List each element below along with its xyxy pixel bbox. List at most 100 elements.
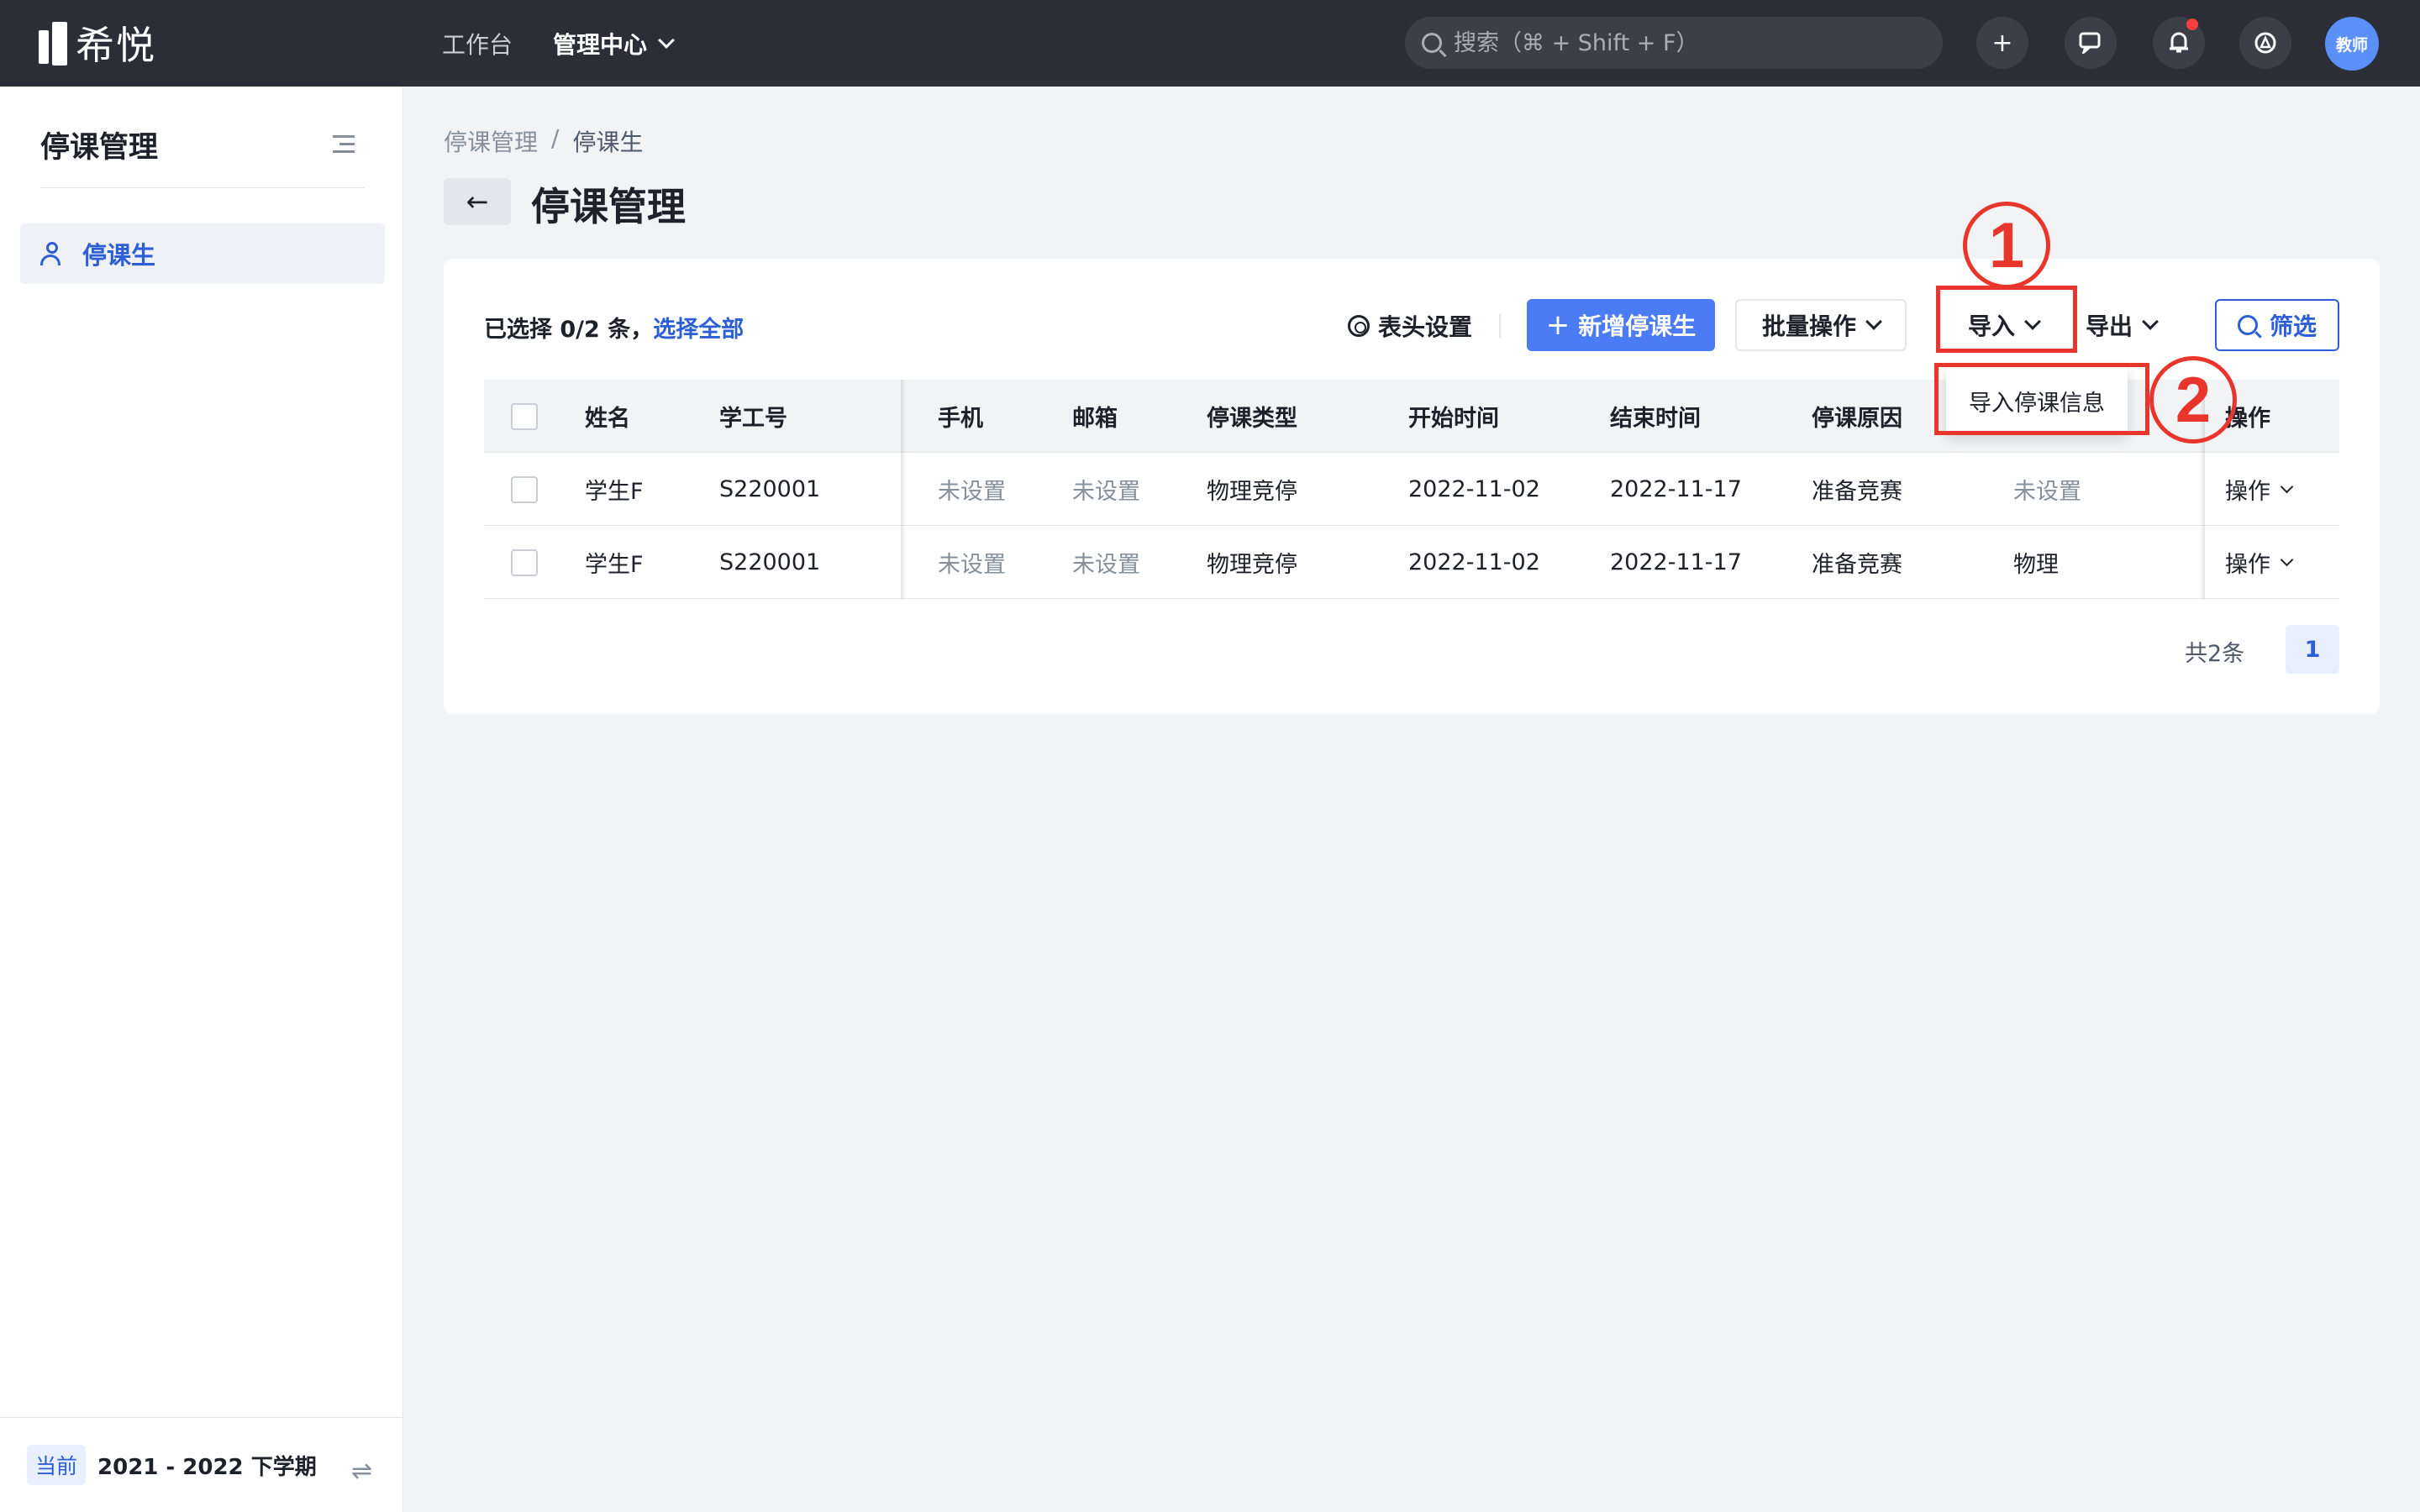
cell-end: 2022-11-17 xyxy=(1610,549,1742,575)
table-row: 学生F S220001 未设置 未设置 物理竞停 2022-11-02 2022… xyxy=(484,526,2339,599)
nav-management-center[interactable]: 管理中心 xyxy=(553,27,675,60)
toolbar-divider xyxy=(1499,314,1501,338)
column-header: 邮箱 xyxy=(1072,406,1118,432)
messages-button[interactable] xyxy=(2065,17,2117,69)
selection-info: 已选择 0/2 条，选择全部 xyxy=(484,311,744,344)
nav-workbench[interactable]: 工作台 xyxy=(442,27,513,60)
chevron-down-icon xyxy=(658,31,675,49)
cell-type: 物理竞停 xyxy=(1207,479,1297,505)
annotation-step-1: 1 xyxy=(1963,202,2050,289)
sidebar-item-suspended-students[interactable]: 停课生 xyxy=(20,223,385,284)
cell-type: 物理竞停 xyxy=(1207,552,1297,578)
row-action-menu[interactable]: 操作 xyxy=(2225,453,2294,526)
cell-phone: 未设置 xyxy=(938,552,1006,578)
row-action-label: 操作 xyxy=(2225,479,2270,505)
header-settings-button[interactable]: 表头设置 xyxy=(1348,309,1472,343)
cell-name: 学生F xyxy=(585,552,644,578)
search-icon xyxy=(1422,33,1442,53)
cell-extra: 未设置 xyxy=(2013,479,2081,505)
selection-count: 已选择 0/2 条， xyxy=(484,317,654,343)
plus-icon: + xyxy=(1545,308,1570,342)
sidebar-title: 停课管理 xyxy=(40,131,159,165)
avatar[interactable]: 教师 xyxy=(2325,17,2379,71)
filter-button-label: 筛选 xyxy=(2269,312,2317,340)
cell-reason: 准备竞赛 xyxy=(1812,479,1902,505)
top-bar: 希悦 工作台 管理中心 + 教师 xyxy=(0,0,2420,87)
column-header: 姓名 xyxy=(585,406,630,432)
page-button-1[interactable]: 1 xyxy=(2286,625,2339,674)
compass-icon xyxy=(2254,32,2276,54)
arrow-left-icon: ← xyxy=(466,186,489,218)
pagination: 共2条 1 xyxy=(444,625,2339,674)
row-checkbox[interactable] xyxy=(511,526,538,599)
table-row: 学生F S220001 未设置 未设置 物理竞停 2022-11-02 2022… xyxy=(484,453,2339,526)
chat-icon xyxy=(2079,32,2101,54)
chevron-down-icon xyxy=(2142,313,2159,330)
cell-id: S220001 xyxy=(719,476,821,502)
annotation-step-2: 2 xyxy=(2149,356,2237,444)
filter-button[interactable]: 筛选 xyxy=(2215,299,2339,351)
add-button[interactable]: + xyxy=(1976,17,2028,69)
collapse-sidebar-icon[interactable] xyxy=(333,135,355,154)
row-action-menu[interactable]: 操作 xyxy=(2225,526,2294,599)
select-all-link[interactable]: 选择全部 xyxy=(653,317,744,343)
cell-email: 未设置 xyxy=(1072,552,1140,578)
export-button[interactable]: 导出 xyxy=(2065,299,2176,351)
cell-start: 2022-11-02 xyxy=(1408,549,1540,575)
cell-name: 学生F xyxy=(585,479,644,505)
breadcrumb-separator: / xyxy=(551,124,560,152)
chevron-down-icon xyxy=(2280,553,2294,567)
nav-management-label: 管理中心 xyxy=(553,30,648,59)
cell-reason: 准备竞赛 xyxy=(1812,552,1902,578)
cell-id: S220001 xyxy=(719,549,821,575)
annotation-box-import xyxy=(1936,286,2077,353)
column-header: 学工号 xyxy=(719,406,787,432)
add-suspended-student-button[interactable]: + 新增停课生 xyxy=(1527,299,1715,351)
notifications-button[interactable] xyxy=(2153,17,2205,69)
breadcrumb-item[interactable]: 停课管理 xyxy=(444,124,538,158)
search-icon xyxy=(2237,315,2258,335)
select-all-checkbox[interactable] xyxy=(511,380,538,453)
total-count: 共2条 xyxy=(2185,641,2245,667)
batch-button-label: 批量操作 xyxy=(1761,312,1856,340)
column-header: 停课类型 xyxy=(1207,406,1297,432)
search-input[interactable] xyxy=(1454,29,1924,56)
cell-end: 2022-11-17 xyxy=(1610,476,1742,502)
back-button[interactable]: ← xyxy=(444,178,511,225)
chevron-down-icon xyxy=(2280,480,2294,494)
term-selector: 当前 2021 - 2022 下学期 ⇌ xyxy=(0,1417,403,1512)
term-badge: 当前 xyxy=(27,1445,87,1485)
app-switch-button[interactable] xyxy=(2239,17,2291,69)
global-search[interactable] xyxy=(1405,17,1943,69)
row-action-label: 操作 xyxy=(2225,552,2270,578)
sidebar: 停课管理 停课生 当前 2021 - 2022 下学期 ⇌ xyxy=(0,87,403,1512)
annotation-box-menu-item xyxy=(1934,363,2149,435)
gear-icon xyxy=(1348,315,1370,337)
cell-phone: 未设置 xyxy=(938,479,1006,505)
cell-extra: 物理 xyxy=(2013,552,2059,578)
fixed-column-shadow xyxy=(901,380,906,599)
page-title: 停课管理 xyxy=(531,184,686,229)
user-icon xyxy=(40,242,64,265)
notification-dot xyxy=(2186,18,2198,30)
add-button-label: 新增停课生 xyxy=(1578,312,1697,340)
sidebar-item-label: 停课生 xyxy=(82,241,156,270)
row-checkbox[interactable] xyxy=(511,453,538,526)
chevron-down-icon xyxy=(1865,313,1882,330)
export-button-label: 导出 xyxy=(2085,312,2133,340)
sidebar-divider xyxy=(40,187,365,188)
bell-icon xyxy=(2170,32,2188,53)
column-header: 停课原因 xyxy=(1812,406,1902,432)
list-card: 已选择 0/2 条，选择全部 表头设置 + 新增停课生 批量操作 导入 导出 筛… xyxy=(444,259,2380,714)
breadcrumb-current: 停课生 xyxy=(572,129,644,156)
header-settings-label: 表头设置 xyxy=(1378,313,1473,341)
top-nav: 工作台 管理中心 xyxy=(442,0,675,87)
plus-icon: + xyxy=(1991,28,2013,58)
swap-icon[interactable]: ⇌ xyxy=(351,1457,372,1486)
column-header: 结束时间 xyxy=(1610,406,1701,432)
column-header: 手机 xyxy=(938,406,983,432)
app-logo[interactable]: 希悦 xyxy=(39,18,156,68)
logo-icon xyxy=(39,20,69,66)
logo-text: 希悦 xyxy=(76,23,156,68)
batch-operation-button[interactable]: 批量操作 xyxy=(1735,299,1907,351)
